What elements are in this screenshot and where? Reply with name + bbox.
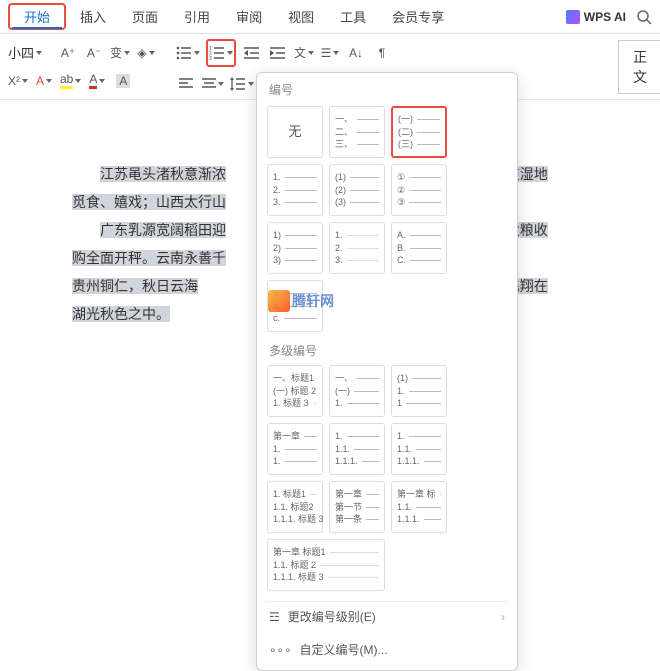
menu-member[interactable]: 会员专享 <box>380 3 456 30</box>
highlight-icon[interactable]: ab <box>60 70 81 92</box>
increase-indent-icon[interactable] <box>268 42 288 64</box>
menu-reference[interactable]: 引用 <box>172 3 222 30</box>
bullets-icon[interactable] <box>176 42 200 64</box>
numbering-none[interactable]: 无 <box>267 106 323 158</box>
wps-ai-icon <box>566 10 580 24</box>
ml-chapter-section[interactable]: 第一章第一节第一条 <box>329 481 385 533</box>
doc-line2: 觅食、嬉戏；山西太行山 <box>72 194 226 210</box>
decrease-indent-icon[interactable] <box>242 42 262 64</box>
svg-text:3: 3 <box>209 56 212 60</box>
ml-decimal-heading[interactable]: 1. 标题11.1. 标题21.1.1. 标题 3 <box>267 481 323 533</box>
custom-numbering-menu[interactable]: ∘∘∘ 自定义编号(M)... <box>265 635 509 664</box>
numbering-arabic-dot2[interactable]: 1.2.3. <box>329 222 385 274</box>
ml-decimal1[interactable]: 1.1.1.1.1.1. <box>329 423 385 475</box>
multilevel-header: 多级编号 <box>257 338 517 361</box>
doc-line5a: 贵州铜仁，秋日云海 <box>72 278 198 294</box>
ml-cn-plain[interactable]: 一、(一)1. <box>329 365 385 417</box>
wps-ai-label: WPS AI <box>584 10 626 24</box>
numbering-upper-alpha[interactable]: A.B.C. <box>391 222 447 274</box>
numbering-arabic-paren[interactable]: (1)(2)(3) <box>329 164 385 216</box>
doc-line3a: 广东乳源宽阔稻田迎 <box>100 222 226 238</box>
numbering-cn-comma[interactable]: 一、二、三、 <box>329 106 385 158</box>
font-color-icon[interactable]: A <box>87 70 107 92</box>
menu-review[interactable]: 审阅 <box>224 3 274 30</box>
change-case-icon[interactable]: 变 <box>110 42 130 64</box>
doc-line1a: 江苏黾头渚秋意渐浓 <box>100 166 226 182</box>
doc-line4: 购全面开秤。云南永善千 <box>72 250 226 266</box>
numbering-icon[interactable]: 123 <box>209 42 233 64</box>
wps-ai-button[interactable]: WPS AI <box>566 10 626 24</box>
ml-cn-heading[interactable]: 一、标题1(一) 标题 21. 标题 3 <box>267 365 323 417</box>
numbering-header: 编号 <box>257 73 517 102</box>
ml-chapter-heading[interactable]: 第一章 标题11.1. 标题 21.1.1. 标题 3 <box>267 539 385 591</box>
text-direction-icon[interactable]: 文 <box>294 42 314 64</box>
numbering-circled[interactable]: ①②③ <box>391 164 447 216</box>
ml-decimal2[interactable]: 1.1.1.1.1.1. <box>391 423 447 475</box>
align-menu-icon[interactable] <box>202 73 224 95</box>
font-effect-icon[interactable]: A <box>34 70 54 92</box>
menubar: 开始 插入 页面 引用 审阅 视图 工具 会员专享 WPS AI <box>0 0 660 34</box>
search-icon[interactable] <box>636 9 652 25</box>
linespacing-menu-icon[interactable]: ☰ <box>320 42 340 64</box>
increase-font-icon[interactable]: A⁺ <box>58 42 78 64</box>
ml-chapter1[interactable]: 第一章1.1. <box>267 423 323 475</box>
doc-line6: 湖光秋色之中。 <box>72 306 170 322</box>
numbering-lower-alpha[interactable]: a.b.c. <box>267 280 323 332</box>
numbering-highlight: 123 <box>206 39 236 67</box>
menu-start[interactable]: 开始 <box>12 6 62 29</box>
sort-icon[interactable]: A↓ <box>346 42 366 64</box>
ml-chapter-decimal[interactable]: 第一章 标1.1.1.1.1. <box>391 481 447 533</box>
custom-numbering-label: 自定义编号(M)... <box>300 641 388 658</box>
menu-start-highlight: 开始 <box>8 3 66 30</box>
char-shading-icon[interactable]: A <box>113 70 133 92</box>
menu-tools[interactable]: 工具 <box>328 3 378 30</box>
font-size-select[interactable]: 小四 <box>8 43 52 62</box>
line-spacing-icon[interactable] <box>230 73 254 95</box>
show-marks-icon[interactable]: ¶ <box>372 42 392 64</box>
align-left-icon[interactable] <box>176 73 196 95</box>
ml-paren-plain[interactable]: (1)1.1 <box>391 365 447 417</box>
menu-page[interactable]: 页面 <box>120 3 170 30</box>
change-level-menu[interactable]: ☲ 更改编号级别(E) › <box>265 601 509 631</box>
style-body-button[interactable]: 正文 <box>618 40 660 94</box>
superscript-icon[interactable]: X² <box>8 70 28 92</box>
indent-level-icon: ☲ <box>269 610 280 624</box>
decrease-font-icon[interactable]: A⁻ <box>84 42 104 64</box>
numbering-arabic-dot[interactable]: 1.2.3. <box>267 164 323 216</box>
menu-view[interactable]: 视图 <box>276 3 326 30</box>
change-level-label: 更改编号级别(E) <box>288 608 376 625</box>
clear-format-icon[interactable]: ◈ <box>136 42 156 64</box>
numbering-popup: 编号 无 一、二、三、 (一)(二)(三) 1.2.3. (1)(2)(3) ①… <box>256 72 518 671</box>
ellipsis-icon: ∘∘∘ <box>269 643 292 657</box>
numbering-arabic-closeparen[interactable]: 1)2)3) <box>267 222 323 274</box>
menu-insert[interactable]: 插入 <box>68 3 118 30</box>
numbering-cn-paren[interactable]: (一)(二)(三) <box>391 106 447 158</box>
chevron-right-icon: › <box>501 610 505 624</box>
